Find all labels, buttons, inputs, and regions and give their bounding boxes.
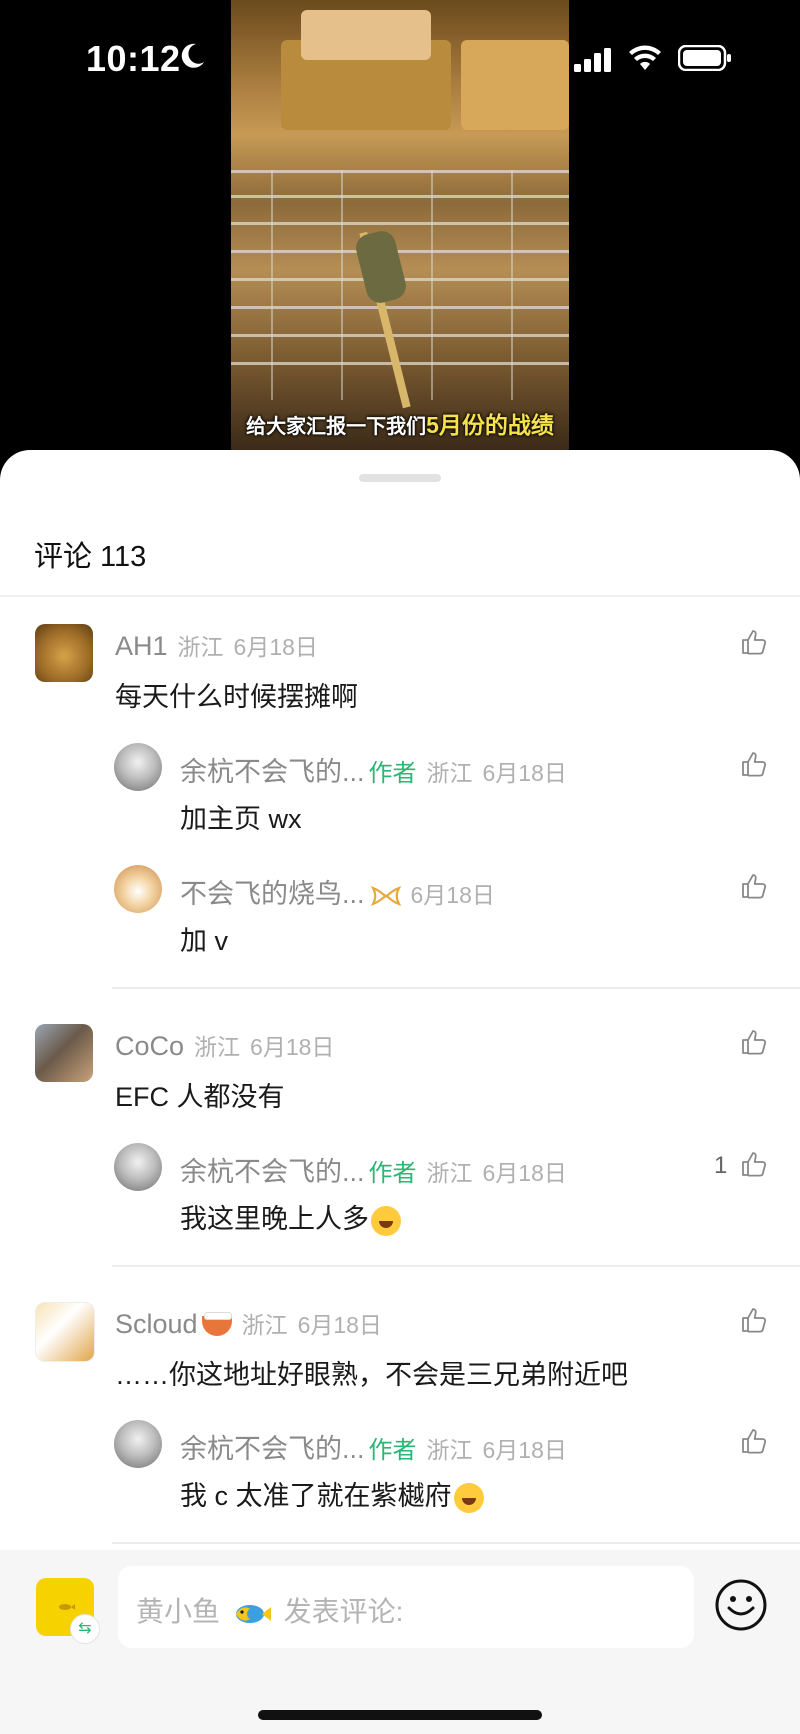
skewer-food-image [353,228,409,306]
reply-region: 浙江 [426,760,473,786]
reply-region: 浙江 [426,1437,473,1463]
status-bar: 10:12 [0,0,800,120]
status-time: 10:12 [86,38,181,79]
comment-region: 浙江 [177,634,224,660]
reply-text-content: 我这里晚上人多 [180,1204,369,1234]
grill-bar [231,195,569,198]
avatar[interactable] [114,865,162,913]
reply-date: 6月18日 [410,882,495,908]
grill-bar [231,334,569,337]
like-icon[interactable] [740,1150,768,1178]
divider [112,987,800,989]
divider [0,595,800,597]
comment-input-placeholder: 黄小鱼 发表评论: [136,1590,403,1630]
like-icon[interactable] [740,750,768,778]
switch-account-icon[interactable]: ⇆ [70,1614,100,1644]
home-indicator[interactable] [258,1710,542,1720]
wifi-icon [629,45,661,70]
reply-author[interactable]: 余杭不会飞的... [180,1434,365,1464]
reply-author[interactable]: 余杭不会飞的... [180,757,365,787]
reply-meta: 余杭不会飞的... 作者 浙江 6月18日 [180,750,567,789]
avatar[interactable] [114,743,162,791]
reply-author[interactable]: 余杭不会飞的... [180,1157,365,1187]
comment-author[interactable]: AH1 [115,631,168,661]
divider [112,1265,800,1267]
tropical-fish-icon [235,1604,271,1623]
author-badge: 作者 [368,760,417,787]
noodle-bowl-emoji-icon [201,1312,232,1337]
comment-meta: CoCo 浙江 6月18日 [115,1028,334,1062]
vip-badge-icon [370,886,401,907]
grill-bar [271,170,273,400]
like-icon[interactable] [740,1028,768,1056]
user-name: 黄小鱼 [136,1596,221,1627]
comment-author[interactable]: CoCo [115,1031,184,1061]
like-icon[interactable] [740,872,768,900]
reply-meta: 不会飞的烧鸟... 6月18日 [180,872,495,911]
grill-bar [231,250,569,253]
avatar[interactable] [114,1420,162,1468]
comment-text[interactable]: 每天什么时候摆摊啊 [115,675,358,714]
reply-text[interactable]: 加 v [180,919,228,958]
comment-text[interactable]: ……你这地址好眼熟，不会是三兄弟附近吧 [115,1353,628,1392]
like-icon[interactable] [740,1427,768,1455]
reply-date: 6月18日 [482,1160,567,1186]
author-badge: 作者 [368,1160,417,1187]
comment-meta: Scloud 浙江 6月18日 [115,1306,382,1340]
avatar[interactable] [35,624,93,682]
like-count: 1 [714,1152,728,1179]
signal-icon [574,48,611,72]
comment-region: 浙江 [241,1312,288,1338]
divider [112,1542,800,1544]
grill-bar [431,170,433,400]
battery-icon [678,45,731,71]
reply-text[interactable]: 我 c 太准了就在紫樾府 [180,1474,484,1513]
comment-input[interactable]: 黄小鱼 发表评论: [118,1566,694,1648]
comment-meta: AH1 浙江 6月18日 [115,628,318,662]
comments-count-title: 评论 113 [34,541,147,573]
comment-region: 浙江 [194,1034,241,1060]
laughing-tears-emoji-icon [453,1482,484,1513]
comment-sheet: 评论 113 AH1 浙江 6月18日 每天什么时候摆摊啊 余杭不会飞的... 作者浙… [0,450,800,1734]
comment-date: 6月18日 [297,1312,382,1338]
reply-text-content: 我 c 太准了就在紫樾府 [180,1481,452,1511]
comment-author[interactable]: Scloud [115,1309,198,1339]
author-badge: 作者 [368,1437,417,1464]
reply-meta: 余杭不会飞的... 作者 浙江 6月18日 [180,1427,567,1466]
comment-date: 6月18日 [233,634,318,660]
caption-highlight: 5月份的战绩 [426,412,554,438]
emoji-icon[interactable] [714,1578,768,1632]
grill-bar [231,170,569,173]
like-icon[interactable] [740,628,768,656]
video-caption: 给大家汇报一下我们5月份的战绩 [231,406,569,440]
grill-bar [511,170,513,400]
avatar[interactable] [114,1143,162,1191]
reply-date: 6月18日 [482,760,567,786]
comment-input-bar: ⇆ 黄小鱼 发表评论: [0,1550,800,1734]
reply-text[interactable]: 我这里晚上人多 [180,1197,401,1236]
grill-bar [341,170,343,400]
comment-date: 6月18日 [250,1034,335,1060]
avatar[interactable] [35,1024,93,1082]
placeholder-text: 发表评论: [283,1596,404,1627]
reply-meta: 余杭不会飞的... 作者 浙江 6月18日 [180,1150,567,1189]
caption-prefix: 给大家汇报一下我们 [246,416,427,438]
laughing-tears-emoji-icon [371,1205,401,1236]
sheet-drag-handle[interactable] [359,474,441,482]
reply-text[interactable]: 加主页 wx [180,797,302,836]
moon-icon [181,43,204,68]
comment-text[interactable]: EFC 人都没有 [115,1075,285,1114]
reply-date: 6月18日 [482,1437,567,1463]
avatar[interactable] [35,1302,95,1362]
grill-bar [231,306,569,309]
reply-author[interactable]: 不会飞的烧鸟... [180,879,365,909]
like-icon[interactable] [740,1306,768,1334]
grill-bar [231,222,569,225]
reply-region: 浙江 [426,1160,473,1186]
